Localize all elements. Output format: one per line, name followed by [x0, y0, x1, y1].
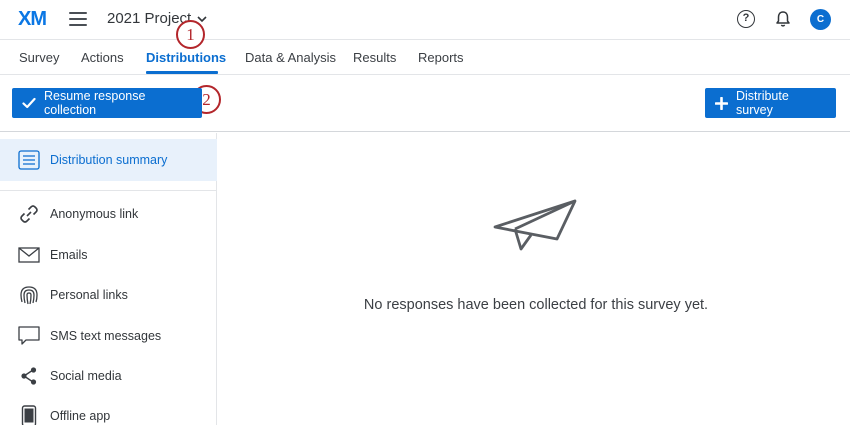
- chat-bubble-icon: [18, 325, 40, 347]
- sidebar-item-personal-links[interactable]: Personal links: [0, 278, 217, 312]
- list-document-icon: [18, 149, 40, 171]
- sidebar-item-sms-text-messages[interactable]: SMS text messages: [0, 319, 217, 353]
- help-icon[interactable]: ?: [737, 10, 755, 28]
- tab-results[interactable]: Results: [353, 50, 396, 65]
- hamburger-menu-icon[interactable]: [69, 12, 87, 26]
- sidebar-item-label: SMS text messages: [50, 329, 162, 343]
- sidebar-item-emails[interactable]: Emails: [0, 238, 217, 272]
- callout-1: 1: [176, 20, 205, 49]
- sidebar-item-label: Social media: [50, 369, 122, 383]
- resume-response-collection-button[interactable]: Resume response collection: [12, 88, 202, 118]
- sidebar-item-social-media[interactable]: Social media: [0, 359, 217, 393]
- plus-icon: [715, 96, 728, 110]
- sidebar-item-label: Personal links: [50, 288, 128, 302]
- sidebar-item-label: Offline app: [50, 409, 111, 423]
- link-icon: [18, 203, 40, 225]
- section-tabs: Survey Actions Distributions Data & Anal…: [0, 40, 850, 75]
- xm-logo[interactable]: XM: [18, 8, 47, 31]
- tab-actions[interactable]: Actions: [81, 50, 124, 65]
- top-header: XM 2021 Project ? C: [0, 0, 850, 40]
- mobile-device-icon: [18, 405, 40, 425]
- sidebar-divider: [0, 190, 217, 191]
- tab-survey[interactable]: Survey: [19, 50, 59, 65]
- user-avatar[interactable]: C: [810, 9, 831, 30]
- sidebar-item-anonymous-link[interactable]: Anonymous link: [0, 197, 217, 231]
- tab-reports[interactable]: Reports: [418, 50, 464, 65]
- tab-data-analysis[interactable]: Data & Analysis: [245, 50, 336, 65]
- tab-distributions[interactable]: Distributions: [146, 50, 226, 65]
- action-bar: Resume response collection Distribute su…: [0, 75, 850, 132]
- paper-plane-icon: [493, 199, 577, 251]
- main-content: No responses have been collected for thi…: [218, 133, 850, 425]
- active-tab-indicator: [146, 71, 218, 74]
- bell-icon[interactable]: [774, 10, 792, 28]
- distribution-sidebar: Distribution summary Anonymous link Emai…: [0, 133, 217, 425]
- checkmark-icon: [22, 97, 36, 109]
- share-icon: [18, 365, 40, 387]
- distribute-survey-button[interactable]: Distribute survey: [705, 88, 836, 118]
- sidebar-item-offline-app[interactable]: Offline app: [0, 399, 217, 425]
- sidebar-item-label: Distribution summary: [50, 153, 168, 167]
- fingerprint-icon: [18, 284, 40, 306]
- envelope-icon: [18, 244, 40, 266]
- resume-button-label: Resume response collection: [44, 89, 146, 117]
- sidebar-item-label: Emails: [50, 248, 88, 262]
- sidebar-item-label: Anonymous link: [50, 207, 139, 221]
- sidebar-item-distribution-summary[interactable]: Distribution summary: [0, 139, 217, 181]
- distribute-button-label: Distribute survey: [736, 89, 789, 117]
- empty-state-message: No responses have been collected for thi…: [363, 297, 709, 313]
